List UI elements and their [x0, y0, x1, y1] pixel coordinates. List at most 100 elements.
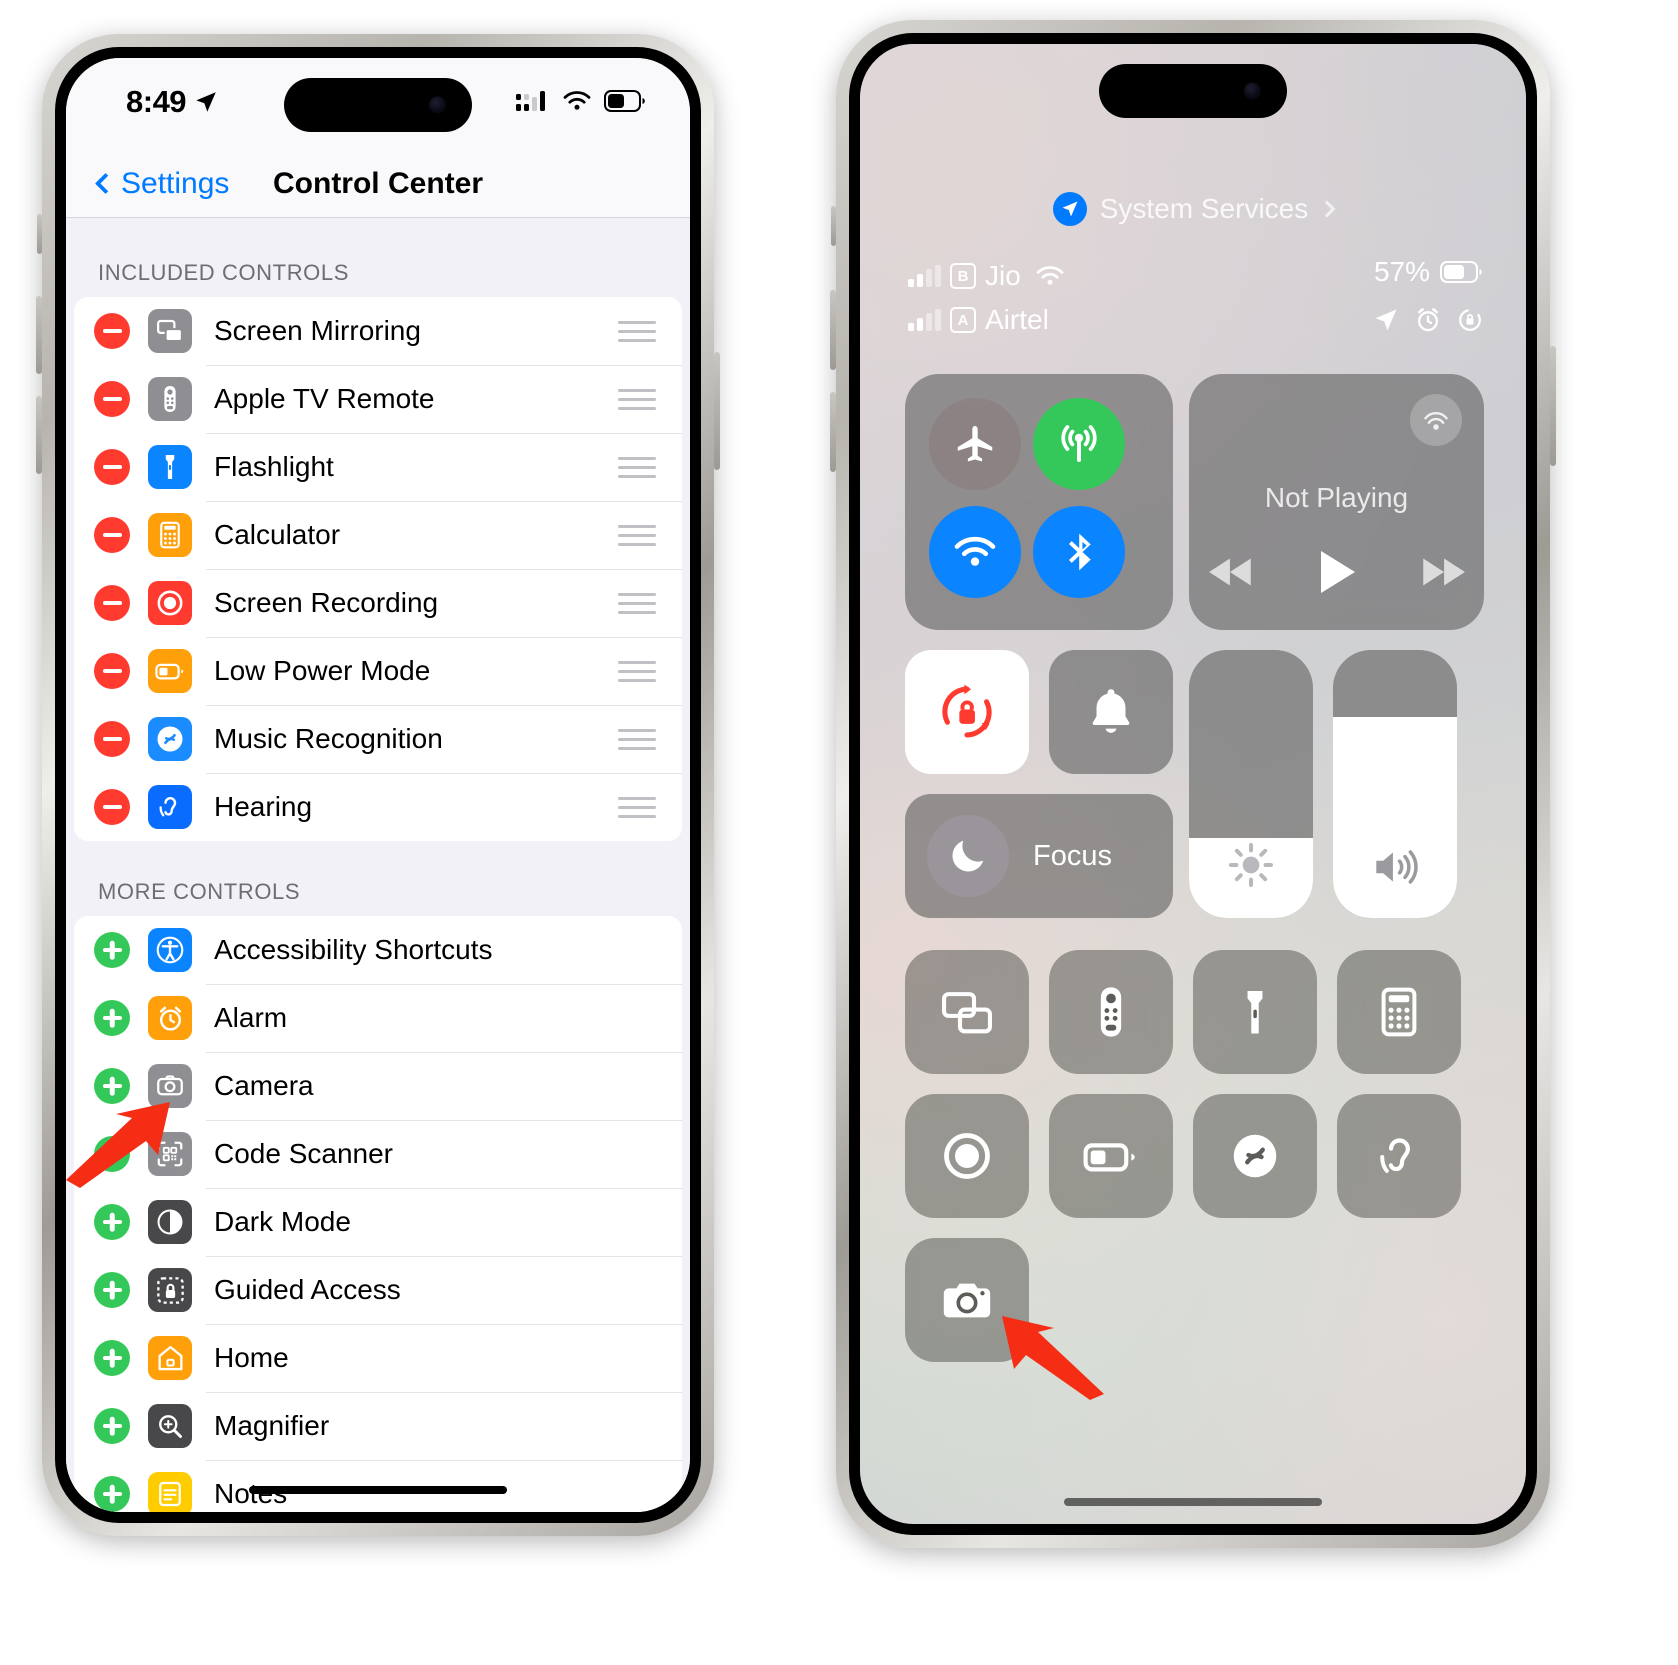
dynamic-island — [284, 78, 472, 132]
add-control-button[interactable] — [94, 1000, 130, 1036]
add-control-button[interactable] — [94, 1204, 130, 1240]
mute-switch[interactable] — [37, 214, 42, 254]
signal-bars-icon — [908, 309, 941, 331]
wifi-icon[interactable] — [929, 506, 1021, 598]
reorder-handle-icon[interactable] — [618, 456, 656, 478]
fast-forward-icon[interactable] — [1417, 552, 1467, 592]
list-item-label: Home — [214, 1342, 289, 1373]
list-item[interactable]: Accessibility Shortcuts — [74, 916, 682, 984]
list-item[interactable]: Guided Access — [74, 1256, 682, 1324]
arrow-pointing-to-camera-tile — [1002, 1316, 1104, 1400]
remove-control-button[interactable] — [94, 721, 130, 757]
control-tile-calculator[interactable] — [1337, 950, 1461, 1074]
power-button-right[interactable] — [1550, 346, 1556, 466]
remove-control-button[interactable] — [94, 789, 130, 825]
remove-control-button[interactable] — [94, 517, 130, 553]
reorder-handle-icon[interactable] — [618, 592, 656, 614]
control-tile-screen-recording[interactable] — [905, 1094, 1029, 1218]
mute-switch-right[interactable] — [831, 206, 836, 246]
list-item-label: Alarm — [214, 1002, 288, 1033]
focus-module[interactable]: Focus — [905, 794, 1173, 918]
list-item[interactable]: Screen Recording — [74, 569, 682, 637]
connectivity-module[interactable] — [905, 374, 1173, 630]
remove-control-button[interactable] — [94, 313, 130, 349]
cellular-data-icon[interactable] — [1033, 398, 1125, 490]
list-item[interactable]: Screen Mirroring — [74, 297, 682, 365]
home-indicator-right[interactable] — [1064, 1498, 1322, 1506]
phone-bezel: 8:49 Settings Control Center INCLUDED CO… — [55, 47, 701, 1523]
settings-card: Accessibility Shortcuts Alarm Camera Code S… — [74, 916, 682, 1512]
screen-recording-icon — [937, 1126, 997, 1186]
add-control-button[interactable] — [94, 1476, 130, 1512]
control-tile-shazam[interactable] — [1193, 1094, 1317, 1218]
remove-control-button[interactable] — [94, 653, 130, 689]
list-item[interactable]: Hearing — [74, 773, 682, 841]
reorder-handle-icon[interactable] — [618, 728, 656, 750]
control-tile-hearing[interactable] — [1337, 1094, 1461, 1218]
add-control-button[interactable] — [94, 932, 130, 968]
shazam-icon — [1226, 1127, 1284, 1185]
list-item[interactable]: Apple TV Remote — [74, 365, 682, 433]
alarm-clock-icon — [1417, 308, 1439, 332]
settings-scroll-area[interactable]: INCLUDED CONTROLS Screen Mirroring Apple T… — [66, 218, 690, 1512]
remove-control-button[interactable] — [94, 585, 130, 621]
list-item[interactable]: Low Power Mode — [74, 637, 682, 705]
screenshot-stage: 8:49 Settings Control Center INCLUDED CO… — [0, 0, 1678, 1665]
iphone-control-center-device: System Services B Jio A Airtel 57% Not P… — [830, 20, 1556, 1548]
list-item-label: Notes — [214, 1478, 682, 1510]
section-header: MORE CONTROLS — [98, 879, 301, 904]
volume-down-button[interactable] — [36, 396, 42, 474]
system-services-button[interactable]: System Services — [860, 192, 1526, 226]
silent-mode-toggle[interactable] — [1049, 650, 1173, 774]
rewind-icon[interactable] — [1207, 552, 1257, 592]
bluetooth-icon[interactable] — [1033, 506, 1125, 598]
list-item-label: Flashlight — [214, 451, 334, 482]
power-button[interactable] — [714, 352, 720, 470]
add-control-button[interactable] — [94, 1340, 130, 1376]
add-control-button[interactable] — [94, 1272, 130, 1308]
volume-up-button-right[interactable] — [830, 290, 836, 370]
list-item[interactable]: Calculator — [74, 501, 682, 569]
sim-badge: A — [950, 307, 976, 333]
control-tile-apple-tv-remote[interactable] — [1049, 950, 1173, 1074]
settings-app: 8:49 Settings Control Center INCLUDED CO… — [66, 58, 690, 1512]
rotation-lock-toggle[interactable] — [905, 650, 1029, 774]
flashlight-icon — [1227, 984, 1283, 1040]
brightness-slider[interactable] — [1189, 650, 1313, 918]
airplay-audio-icon[interactable] — [1410, 394, 1462, 446]
home-indicator[interactable] — [249, 1486, 507, 1494]
reorder-handle-icon[interactable] — [618, 524, 656, 546]
airplane-mode-icon[interactable] — [929, 398, 1021, 490]
volume-up-button[interactable] — [36, 296, 42, 374]
navigation-bar: Settings Control Center — [66, 150, 690, 218]
control-tile-flashlight[interactable] — [1193, 950, 1317, 1074]
volume-down-button-right[interactable] — [830, 392, 836, 472]
control-tile-screen-mirroring[interactable] — [905, 950, 1029, 1074]
screen-mirroring-icon — [938, 983, 996, 1041]
reorder-handle-icon[interactable] — [618, 796, 656, 818]
reorder-handle-icon[interactable] — [618, 388, 656, 410]
add-control-button[interactable] — [94, 1408, 130, 1444]
list-item[interactable]: Music Recognition — [74, 705, 682, 773]
list-item[interactable]: Flashlight — [74, 433, 682, 501]
list-item[interactable]: Magnifier — [74, 1392, 682, 1460]
volume-speaker-icon — [1333, 844, 1457, 890]
play-icon[interactable] — [1315, 548, 1359, 596]
reorder-handle-icon[interactable] — [618, 660, 656, 682]
volume-slider[interactable] — [1333, 650, 1457, 918]
battery-icon — [604, 90, 645, 112]
remove-control-button[interactable] — [94, 381, 130, 417]
iphone-settings-device: 8:49 Settings Control Center INCLUDED CO… — [36, 34, 720, 1536]
list-item[interactable]: Alarm — [74, 984, 682, 1052]
remove-control-button[interactable] — [94, 449, 130, 485]
settings-screen: 8:49 Settings Control Center INCLUDED CO… — [66, 58, 690, 1512]
control-tile-low-power-mode[interactable] — [1049, 1094, 1173, 1218]
reorder-handle-icon[interactable] — [618, 320, 656, 342]
focus-label: Focus — [1033, 839, 1112, 872]
list-item-label: Dark Mode — [214, 1206, 351, 1237]
back-button[interactable]: Settings — [94, 167, 229, 201]
list-item[interactable]: Home — [74, 1324, 682, 1392]
now-playing-title: Not Playing — [1264, 482, 1409, 513]
list-item[interactable]: Dark Mode — [74, 1188, 682, 1256]
media-player-module[interactable]: Not Playing — [1189, 374, 1484, 630]
